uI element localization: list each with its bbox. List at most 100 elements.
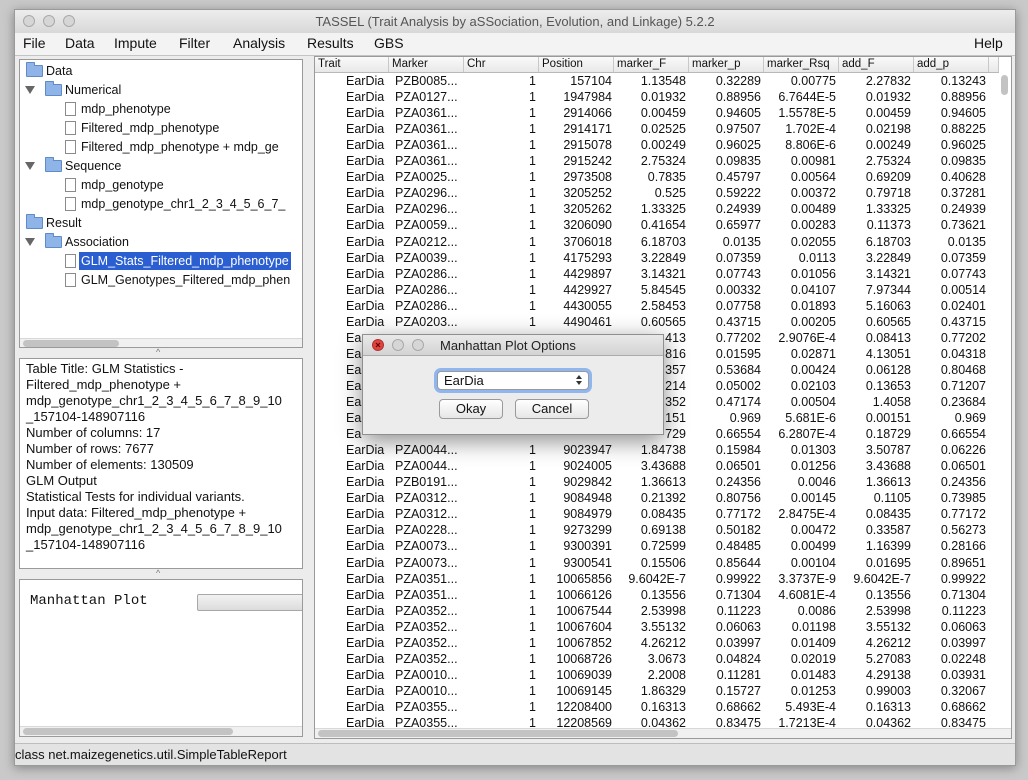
menu-file[interactable]: File xyxy=(23,35,46,51)
table-cell: PZA0352... xyxy=(395,619,458,634)
table-row[interactable]: EarDia PZA0352... 1 10068726 3.0673 0.04824 0.… xyxy=(315,652,999,668)
table-row[interactable]: EarDia PZA0361... 1 2914171 0.02525 0.97507 1.… xyxy=(315,122,999,138)
table-cell: 2915242 xyxy=(563,154,612,169)
table-cell: 5.681E-6 xyxy=(785,411,836,426)
table-row[interactable]: EarDia PZA0025... 1 2973508 0.7835 0.45797 0.0… xyxy=(315,170,999,186)
table-row[interactable]: EarDia PZA0228... 1 9273299 0.69138 0.50182 0.… xyxy=(315,523,999,539)
column-header[interactable]: Position xyxy=(539,57,614,72)
table-row[interactable]: EarDia PZA0010... 1 10069039 2.2008 0.11281 0.… xyxy=(315,668,999,684)
table-row[interactable]: EarDia PZA0355... 1 12208400 0.16313 0.68662 5… xyxy=(315,700,999,716)
plot-horizontal-scrollbar[interactable] xyxy=(20,726,302,736)
table-cell: Ea xyxy=(346,427,362,442)
menu-impute[interactable]: Impute xyxy=(114,35,157,51)
cancel-button[interactable]: Cancel xyxy=(515,399,589,419)
tree-horizontal-scrollbar[interactable] xyxy=(20,338,302,347)
table-cell: 0.04107 xyxy=(790,282,836,297)
table-row[interactable]: EarDia PZB0085... 1 157104 1.13548 0.32289 0.0… xyxy=(315,74,999,90)
table-cell: 1 xyxy=(529,651,536,666)
table-cell: 0.53684 xyxy=(715,362,761,377)
table-row[interactable]: EarDia PZA0044... 1 9023947 1.84738 0.15984 0.… xyxy=(315,443,999,459)
column-header[interactable]: marker_F xyxy=(614,57,689,72)
splitter-handle[interactable]: ^ xyxy=(156,347,160,357)
table-cell: EarDia xyxy=(346,635,385,650)
dialog-minimize-button[interactable] xyxy=(392,339,404,351)
table-cell: 0.06063 xyxy=(940,619,986,634)
table-cell: 0.71304 xyxy=(940,587,986,602)
table-cell: 0.21392 xyxy=(640,491,686,506)
table-horizontal-scrollbar[interactable] xyxy=(315,728,1011,738)
expand-triangle-icon[interactable] xyxy=(25,238,35,246)
table-cell: 0.03931 xyxy=(940,667,986,682)
scroll-thumb[interactable] xyxy=(23,728,233,735)
table-cell: 0.00775 xyxy=(790,74,836,88)
table-cell: 1.33325 xyxy=(865,202,911,217)
table-cell: 4.29138 xyxy=(865,667,911,682)
table-row[interactable]: EarDia PZA0286... 1 4429927 5.84545 0.00332 0.… xyxy=(315,283,999,299)
dialog-zoom-button[interactable] xyxy=(412,339,424,351)
okay-button[interactable]: Okay xyxy=(439,399,503,419)
table-cell: 0.00332 xyxy=(715,282,761,297)
table-cell: 0.05002 xyxy=(715,378,761,393)
table-row[interactable]: EarDia PZA0352... 1 10067544 2.53998 0.11223 0… xyxy=(315,604,999,620)
table-row[interactable]: EarDia PZA0351... 1 10066126 0.13556 0.71304 4… xyxy=(315,588,999,604)
table-row[interactable]: EarDia PZA0039... 1 4175293 3.22849 0.07359 0.… xyxy=(315,251,999,267)
table-cell: 3.43688 xyxy=(865,459,911,474)
table-row[interactable]: EarDia PZA0044... 1 9024005 3.43688 0.06501 0.… xyxy=(315,459,999,475)
table-row[interactable]: EarDia PZA0351... 1 10065856 9.6042E-7 0.9992… xyxy=(315,572,999,588)
column-header[interactable]: add_p xyxy=(914,57,989,72)
menu-analysis[interactable]: Analysis xyxy=(233,35,285,51)
table-row[interactable]: EarDia PZA0212... 1 3706018 6.18703 0.0135 0.0… xyxy=(315,235,999,251)
table-cell: 0.00514 xyxy=(940,282,986,297)
table-row[interactable]: EarDia PZA0059... 1 3206090 0.41654 0.65977 0.… xyxy=(315,218,999,234)
table-row[interactable]: EarDia PZA0203... 1 4490461 0.60565 0.43715 0.… xyxy=(315,315,999,331)
table-cell: 0.72599 xyxy=(640,539,686,554)
table-row[interactable]: EarDia PZA0073... 1 9300391 0.72599 0.48485 0.… xyxy=(315,539,999,555)
splitter-handle[interactable]: ^ xyxy=(156,568,160,578)
table-row[interactable]: EarDia PZA0352... 1 10067852 4.26212 0.03997 0… xyxy=(315,636,999,652)
table-row[interactable]: EarDia PZA0312... 1 9084979 0.08435 0.77172 2.… xyxy=(315,507,999,523)
table-row[interactable]: EarDia PZB0191... 1 9029842 1.36613 0.24356 0.… xyxy=(315,475,999,491)
table-row[interactable]: EarDia PZA0312... 1 9084948 0.21392 0.80756 0.… xyxy=(315,491,999,507)
table-cell: 0.00459 xyxy=(865,106,911,121)
table-row[interactable]: EarDia PZA0127... 1 1947984 0.01932 0.88956 6.… xyxy=(315,90,999,106)
data-tree-panel[interactable]: Data Numerical mdp_phenotype Filtered_md… xyxy=(19,59,303,348)
table-row[interactable]: EarDia PZA0286... 1 4430055 2.58453 0.07758 0.… xyxy=(315,299,999,315)
table-row[interactable]: EarDia PZA0361... 1 2915078 0.00249 0.96025 8.… xyxy=(315,138,999,154)
column-header[interactable]: Chr xyxy=(464,57,539,72)
scroll-thumb[interactable] xyxy=(23,340,119,347)
trait-select[interactable]: EarDia xyxy=(437,371,589,390)
column-header[interactable]: Trait xyxy=(315,57,389,72)
table-row[interactable]: EarDia PZA0296... 1 3205252 0.525 0.59222 0.00… xyxy=(315,186,999,202)
table-cell: 3.14321 xyxy=(865,266,911,281)
menu-data[interactable]: Data xyxy=(65,35,95,51)
column-header[interactable]: Marker xyxy=(389,57,464,72)
table-cell: 0.01893 xyxy=(790,298,836,313)
table-row[interactable]: EarDia PZA0073... 1 9300541 0.15506 0.85644 0.… xyxy=(315,556,999,572)
table-row[interactable]: EarDia PZA0361... 1 2914066 0.00459 0.94605 1.… xyxy=(315,106,999,122)
info-line: Number of elements: 130509 xyxy=(26,457,194,472)
menu-filter[interactable]: Filter xyxy=(179,35,210,51)
table-cell: EarDia xyxy=(346,314,385,329)
dialog-close-button[interactable] xyxy=(372,339,384,351)
table-cell: 0.24939 xyxy=(715,202,761,217)
column-header-overflow xyxy=(989,57,999,72)
table-row[interactable]: EarDia PZA0010... 1 10069145 1.86329 0.15727 0… xyxy=(315,684,999,700)
table-cell: 1 xyxy=(529,699,536,714)
column-header[interactable]: marker_p xyxy=(689,57,764,72)
expand-triangle-icon[interactable] xyxy=(25,162,35,170)
table-row[interactable]: EarDia PZA0352... 1 10067604 3.55132 0.06063 0… xyxy=(315,620,999,636)
column-header[interactable]: marker_Rsq xyxy=(764,57,839,72)
table-row[interactable]: EarDia PZA0296... 1 3205262 1.33325 0.24939 0.… xyxy=(315,202,999,218)
window-title: TASSEL (Trait Analysis by aSSociation, E… xyxy=(315,14,715,29)
table-row[interactable]: EarDia PZA0361... 1 2915242 2.75324 0.09835 0.… xyxy=(315,154,999,170)
scroll-thumb[interactable] xyxy=(318,730,678,737)
table-row[interactable]: EarDia PZA0286... 1 4429897 3.14321 0.07743 0.… xyxy=(315,267,999,283)
expand-triangle-icon[interactable] xyxy=(25,86,35,94)
table-cell: 1 xyxy=(529,250,536,265)
table-vertical-scroll-thumb[interactable] xyxy=(1001,75,1008,95)
table-cell: 0.96025 xyxy=(940,138,986,153)
menu-gbs[interactable]: GBS xyxy=(374,35,404,51)
column-header[interactable]: add_F xyxy=(839,57,914,72)
menu-results[interactable]: Results xyxy=(307,35,354,51)
menu-help[interactable]: Help xyxy=(974,35,1003,51)
